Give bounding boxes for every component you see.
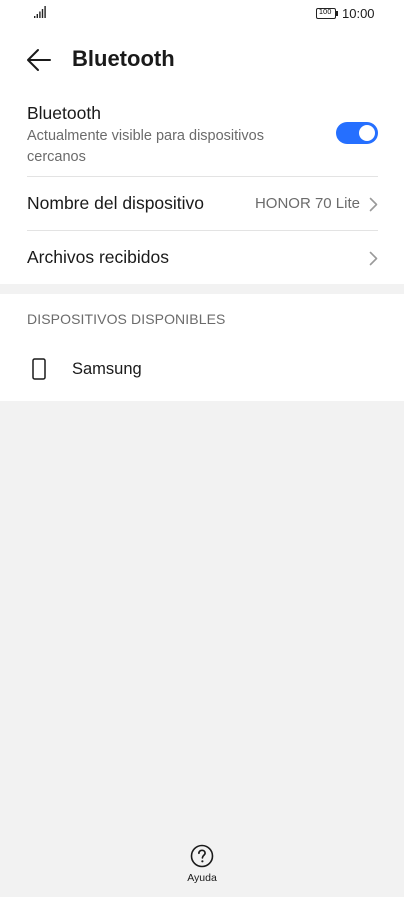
phone-icon bbox=[32, 358, 46, 380]
status-clock: 10:00 bbox=[342, 6, 375, 21]
device-name: Samsung bbox=[72, 360, 142, 378]
status-bar: 100 10:00 bbox=[0, 0, 404, 28]
chevron-right-icon bbox=[369, 251, 378, 266]
device-name-label: Nombre del dispositivo bbox=[27, 193, 205, 213]
device-name-row[interactable]: Nombre del dispositivo HONOR 70 Lite bbox=[27, 177, 378, 230]
battery-level: 100 bbox=[318, 8, 332, 16]
section-gap bbox=[0, 284, 404, 294]
help-label: Ayuda bbox=[187, 872, 217, 884]
device-list-item[interactable]: Samsung bbox=[27, 347, 378, 393]
received-files-row[interactable]: Archivos recibidos bbox=[27, 231, 378, 284]
app-header: Bluetooth bbox=[0, 28, 404, 94]
bluetooth-switch[interactable] bbox=[336, 122, 378, 144]
available-devices-header: DISPOSITIVOS DISPONIBLES bbox=[27, 311, 226, 327]
chevron-right-icon bbox=[369, 197, 378, 212]
switch-knob bbox=[359, 125, 375, 141]
received-files-label: Archivos recibidos bbox=[27, 247, 169, 267]
battery-icon: 100 bbox=[316, 8, 338, 19]
help-button[interactable]: Ayuda bbox=[172, 840, 232, 892]
question-circle-icon bbox=[190, 844, 214, 868]
signal-bars-icon bbox=[34, 6, 46, 18]
back-arrow-icon[interactable] bbox=[26, 48, 52, 72]
bluetooth-visibility-subtitle: Actualmente visible para dispositivos ce… bbox=[27, 128, 264, 165]
bluetooth-settings-card: Bluetooth Actualmente visible para dispo… bbox=[0, 94, 404, 284]
device-name-value: HONOR 70 Lite bbox=[254, 195, 360, 212]
available-devices-card: DISPOSITIVOS DISPONIBLES Samsung bbox=[0, 294, 404, 401]
bluetooth-toggle-row[interactable]: Bluetooth Actualmente visible para dispo… bbox=[27, 94, 378, 176]
page-title: Bluetooth bbox=[72, 46, 175, 71]
bluetooth-toggle-label: Bluetooth bbox=[27, 103, 101, 123]
